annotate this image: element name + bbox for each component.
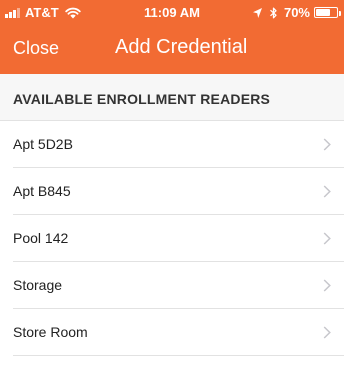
reader-label: Storage [13,277,63,293]
list-item-reader[interactable]: Pool 142 [0,215,344,262]
chevron-right-icon [323,279,331,292]
list-item-reader[interactable]: Storage [0,262,344,309]
reader-list: Apt 5D2B Apt B845 Pool 142 Storage Store… [0,121,344,356]
chevron-right-icon [323,138,331,151]
status-bar: AT&T 11:09 AM 70% [0,0,344,28]
app-header: AT&T 11:09 AM 70% Close Add Credential [0,0,344,74]
navigation-bar: Close Add Credential [0,30,344,66]
close-button[interactable]: Close [13,38,59,59]
battery-cap [339,11,341,16]
reader-label: Pool 142 [13,230,69,246]
list-item-reader[interactable]: Apt 5D2B [0,121,344,168]
list-item-reader[interactable]: Store Room [0,309,344,356]
reader-label: Store Room [13,324,88,340]
battery-icon [314,7,341,18]
battery-percentage: 70% [283,5,310,20]
section-title: AVAILABLE ENROLLMENT READERS [13,91,271,107]
reader-label: Apt B845 [13,183,71,199]
status-right: 70% [252,5,341,20]
page-title: Add Credential [115,36,248,58]
location-arrow-icon [252,7,262,18]
chevron-right-icon [323,232,331,245]
chevron-right-icon [323,326,331,339]
section-header: AVAILABLE ENROLLMENT READERS [0,74,344,121]
list-item-reader[interactable]: Apt B845 [0,168,344,215]
battery-fill [316,9,330,16]
reader-label: Apt 5D2B [13,136,73,152]
chevron-right-icon [323,185,331,198]
bluetooth-icon [270,7,277,18]
